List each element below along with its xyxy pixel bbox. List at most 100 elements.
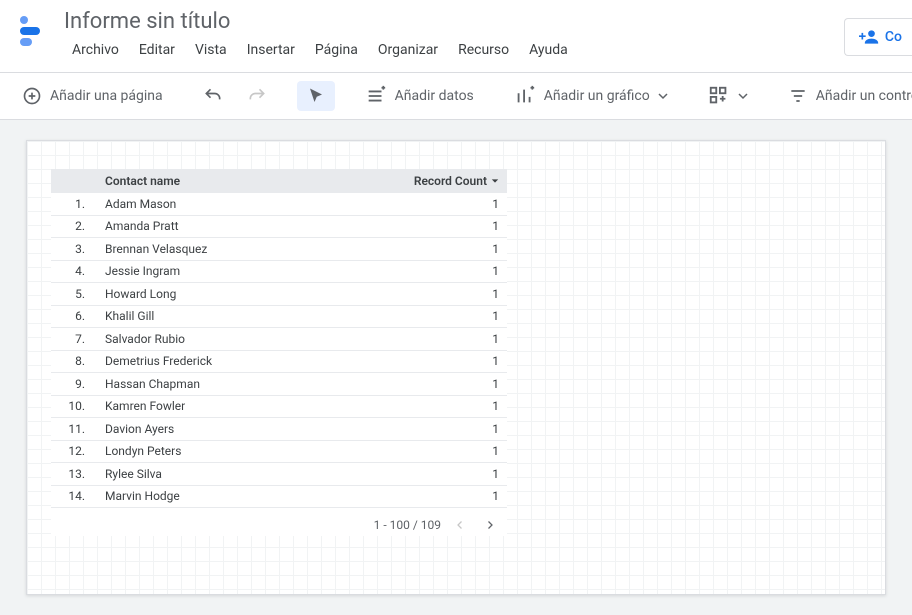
row-contact-name: Jessie Ingram bbox=[95, 264, 397, 278]
row-index: 14. bbox=[51, 489, 95, 503]
cursor-icon bbox=[307, 87, 325, 105]
datastudio-logo bbox=[16, 12, 52, 48]
table-row[interactable]: 8.Demetrius Frederick1 bbox=[51, 351, 507, 374]
table-row[interactable]: 3.Brennan Velasquez1 bbox=[51, 238, 507, 261]
row-record-count: 1 bbox=[397, 242, 507, 256]
menu-bar: Archivo Editar Vista Insertar Página Org… bbox=[64, 38, 896, 62]
menu-recurso[interactable]: Recurso bbox=[450, 38, 517, 62]
community-viz-icon bbox=[708, 85, 730, 107]
report-canvas[interactable]: Contact name Record Count 1.Adam Mason12… bbox=[26, 140, 886, 595]
row-contact-name: Hassan Chapman bbox=[95, 377, 397, 391]
add-page-button[interactable]: Añadir una página bbox=[12, 80, 173, 112]
row-contact-name: Amanda Pratt bbox=[95, 219, 397, 233]
row-record-count: 1 bbox=[397, 422, 507, 436]
document-title[interactable]: Informe sin título bbox=[64, 8, 896, 36]
table-row[interactable]: 12.Londyn Peters1 bbox=[51, 441, 507, 464]
row-index: 10. bbox=[51, 399, 95, 413]
filter-icon bbox=[788, 86, 808, 106]
undo-button[interactable] bbox=[193, 80, 233, 112]
select-tool-button[interactable] bbox=[297, 81, 335, 111]
menu-insertar[interactable]: Insertar bbox=[239, 38, 303, 62]
add-data-button[interactable]: Añadir datos bbox=[355, 79, 484, 113]
menu-vista[interactable]: Vista bbox=[187, 38, 235, 62]
row-contact-name: Davion Ayers bbox=[95, 422, 397, 436]
undo-icon bbox=[203, 86, 223, 106]
row-index: 9. bbox=[51, 377, 95, 391]
row-contact-name: Salvador Rubio bbox=[95, 332, 397, 346]
row-contact-name: Demetrius Frederick bbox=[95, 354, 397, 368]
table-pager: 1 - 100 / 109 bbox=[51, 508, 507, 536]
header-count-label: Record Count bbox=[414, 174, 487, 188]
row-index: 11. bbox=[51, 422, 95, 436]
row-contact-name: Howard Long bbox=[95, 287, 397, 301]
pager-next-button[interactable] bbox=[479, 514, 501, 536]
pager-range: 1 - 100 / 109 bbox=[374, 518, 441, 532]
table-row[interactable]: 5.Howard Long1 bbox=[51, 283, 507, 306]
row-index: 13. bbox=[51, 467, 95, 481]
row-index: 8. bbox=[51, 354, 95, 368]
row-index: 5. bbox=[51, 287, 95, 301]
row-index: 7. bbox=[51, 332, 95, 346]
add-page-label: Añadir una página bbox=[50, 88, 163, 104]
table-chart[interactable]: Contact name Record Count 1.Adam Mason12… bbox=[51, 169, 507, 536]
table-row[interactable]: 14.Marvin Hodge1 bbox=[51, 486, 507, 509]
menu-ayuda[interactable]: Ayuda bbox=[521, 38, 576, 62]
table-row[interactable]: 1.Adam Mason1 bbox=[51, 193, 507, 216]
dropdown-icon bbox=[658, 91, 668, 101]
chevron-left-icon bbox=[454, 519, 466, 531]
add-control-button[interactable]: Añadir un control bbox=[778, 80, 912, 112]
share-label: Co bbox=[885, 29, 902, 45]
row-index: 6. bbox=[51, 309, 95, 323]
row-record-count: 1 bbox=[397, 467, 507, 481]
row-record-count: 1 bbox=[397, 309, 507, 323]
menu-pagina[interactable]: Página bbox=[307, 38, 366, 62]
table-row[interactable]: 9.Hassan Chapman1 bbox=[51, 373, 507, 396]
table-row[interactable]: 13.Rylee Silva1 bbox=[51, 463, 507, 486]
add-chart-icon bbox=[514, 85, 536, 107]
table-row[interactable]: 10.Kamren Fowler1 bbox=[51, 396, 507, 419]
add-circle-icon bbox=[22, 86, 42, 106]
row-record-count: 1 bbox=[397, 332, 507, 346]
row-contact-name: Khalil Gill bbox=[95, 309, 397, 323]
row-contact-name: Rylee Silva bbox=[95, 467, 397, 481]
share-button[interactable]: Co bbox=[844, 18, 912, 56]
menu-editar[interactable]: Editar bbox=[131, 38, 183, 62]
row-contact-name: Adam Mason bbox=[95, 197, 397, 211]
row-index: 3. bbox=[51, 242, 95, 256]
menu-organizar[interactable]: Organizar bbox=[370, 38, 446, 62]
add-chart-label: Añadir un gráfico bbox=[544, 88, 650, 104]
row-index: 2. bbox=[51, 219, 95, 233]
add-data-label: Añadir datos bbox=[395, 88, 474, 104]
redo-icon bbox=[247, 86, 267, 106]
table-row[interactable]: 2.Amanda Pratt1 bbox=[51, 216, 507, 239]
community-viz-button[interactable] bbox=[698, 79, 758, 113]
menu-archivo[interactable]: Archivo bbox=[64, 38, 127, 62]
add-data-icon bbox=[365, 85, 387, 107]
row-index: 1. bbox=[51, 197, 95, 211]
table-row[interactable]: 4.Jessie Ingram1 bbox=[51, 261, 507, 284]
redo-button[interactable] bbox=[237, 80, 277, 112]
app-header: Informe sin título Archivo Editar Vista … bbox=[0, 0, 912, 62]
add-chart-button[interactable]: Añadir un gráfico bbox=[504, 79, 678, 113]
header-record-count[interactable]: Record Count bbox=[397, 174, 507, 188]
table-row[interactable]: 7.Salvador Rubio1 bbox=[51, 328, 507, 351]
row-contact-name: Londyn Peters bbox=[95, 444, 397, 458]
row-record-count: 1 bbox=[397, 354, 507, 368]
table-body: 1.Adam Mason12.Amanda Pratt13.Brennan Ve… bbox=[51, 193, 507, 508]
canvas-area: Contact name Record Count 1.Adam Mason12… bbox=[0, 120, 912, 615]
table-row[interactable]: 11.Davion Ayers1 bbox=[51, 418, 507, 441]
row-contact-name: Kamren Fowler bbox=[95, 399, 397, 413]
pager-prev-button[interactable] bbox=[449, 514, 471, 536]
row-record-count: 1 bbox=[397, 197, 507, 211]
row-contact-name: Marvin Hodge bbox=[95, 489, 397, 503]
dropdown-icon bbox=[738, 91, 748, 101]
row-record-count: 1 bbox=[397, 219, 507, 233]
header-contact-name[interactable]: Contact name bbox=[95, 174, 397, 188]
add-control-label: Añadir un control bbox=[816, 88, 912, 104]
row-contact-name: Brennan Velasquez bbox=[95, 242, 397, 256]
row-record-count: 1 bbox=[397, 264, 507, 278]
row-index: 12. bbox=[51, 444, 95, 458]
sort-desc-icon bbox=[491, 177, 499, 185]
table-row[interactable]: 6.Khalil Gill1 bbox=[51, 306, 507, 329]
row-record-count: 1 bbox=[397, 377, 507, 391]
